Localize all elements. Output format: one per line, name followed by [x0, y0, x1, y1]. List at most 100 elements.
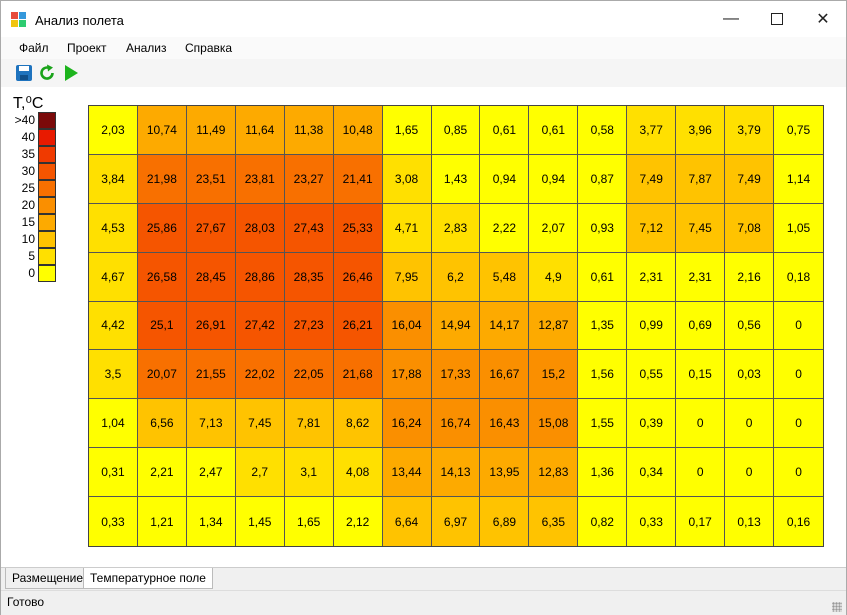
maximize-icon — [771, 13, 783, 25]
heatmap-cell: 1,36 — [578, 448, 628, 498]
heatmap-cell: 0,39 — [627, 399, 677, 449]
legend-entry: 10 — [1, 231, 57, 248]
heatmap-cell: 21,68 — [333, 350, 383, 400]
heatmap-cell: 7,87 — [676, 154, 726, 204]
heatmap-cell: 0,61 — [578, 252, 628, 302]
heatmap-cell: 2,31 — [627, 252, 677, 302]
heatmap-cell: 26,58 — [137, 252, 187, 302]
heatmap-cell: 1,35 — [578, 301, 628, 351]
heatmap-cell: 26,91 — [186, 301, 236, 351]
heatmap-cell: 0,17 — [676, 497, 726, 546]
heatmap-cell: 1,45 — [235, 497, 285, 546]
heatmap-cell: 27,43 — [284, 203, 334, 253]
legend-swatch — [38, 112, 56, 129]
heatmap-cell: 0,13 — [725, 497, 775, 546]
save-icon — [16, 65, 32, 81]
menu-help[interactable]: Справка — [185, 41, 232, 55]
heatmap-cell: 1,56 — [578, 350, 628, 400]
heatmap-cell: 4,71 — [382, 203, 432, 253]
heatmap-cell: 6,2 — [431, 252, 481, 302]
heatmap-cell: 0,03 — [725, 350, 775, 400]
maximize-button[interactable] — [754, 1, 800, 37]
legend-swatch — [38, 265, 56, 282]
heatmap-cell: 4,42 — [89, 301, 138, 351]
heatmap-cell: 11,38 — [284, 106, 334, 155]
tab-temperature-field[interactable]: Температурное поле — [83, 568, 213, 589]
heatmap-cell: 13,95 — [480, 448, 530, 498]
close-button[interactable]: ✕ — [800, 1, 846, 37]
legend-entry: 35 — [1, 146, 57, 163]
heatmap-cell: 0,61 — [529, 106, 579, 155]
heatmap-cell: 0 — [774, 399, 823, 449]
legend-swatch — [38, 248, 56, 265]
legend-swatch — [38, 129, 56, 146]
tab-placement[interactable]: Размещение — [5, 568, 90, 589]
heatmap-cell: 17,88 — [382, 350, 432, 400]
heatmap-cell: 0 — [774, 350, 823, 400]
heatmap-cell: 0,16 — [774, 497, 823, 546]
heatmap-cell: 4,08 — [333, 448, 383, 498]
tab-strip: Размещение Температурное поле — [1, 567, 846, 590]
save-button[interactable] — [15, 64, 33, 82]
heatmap-cell: 27,23 — [284, 301, 334, 351]
menu-project[interactable]: Проект — [67, 41, 107, 55]
heatmap-cell: 0,94 — [529, 154, 579, 204]
refresh-button[interactable] — [38, 64, 56, 82]
heatmap-cell: 0,87 — [578, 154, 628, 204]
legend-entry: 15 — [1, 214, 57, 231]
title-bar: Анализ полета — ✕ — [1, 1, 846, 37]
minimize-button[interactable]: — — [708, 1, 754, 37]
heatmap-cell: 2,31 — [676, 252, 726, 302]
heatmap-cell: 3,08 — [382, 154, 432, 204]
heatmap-cell: 0,61 — [480, 106, 530, 155]
heatmap-cell: 2,7 — [235, 448, 285, 498]
heatmap-cell: 0 — [676, 399, 726, 449]
heatmap-cell: 3,84 — [89, 154, 138, 204]
heatmap-cell: 7,08 — [725, 203, 775, 253]
heatmap-cell: 1,65 — [382, 106, 432, 155]
run-button[interactable] — [62, 64, 80, 82]
heatmap-cell: 0,82 — [578, 497, 628, 546]
heatmap-cell: 6,97 — [431, 497, 481, 546]
legend-entry: 30 — [1, 163, 57, 180]
heatmap-cell: 7,13 — [186, 399, 236, 449]
menu-analysis[interactable]: Анализ — [126, 41, 167, 55]
heatmap-cell: 15,08 — [529, 399, 579, 449]
heatmap-cell: 21,41 — [333, 154, 383, 204]
heatmap-cell: 28,45 — [186, 252, 236, 302]
menu-file[interactable]: Файл — [19, 41, 49, 55]
heatmap-cell: 14,17 — [480, 301, 530, 351]
heatmap-cell: 28,35 — [284, 252, 334, 302]
heatmap-cell: 10,48 — [333, 106, 383, 155]
heatmap-cell: 0,69 — [676, 301, 726, 351]
heatmap-cell: 4,53 — [89, 203, 138, 253]
heatmap-cell: 0,18 — [774, 252, 823, 302]
legend-swatch — [38, 180, 56, 197]
heatmap-cell: 0,99 — [627, 301, 677, 351]
close-icon: ✕ — [816, 11, 830, 28]
resize-grip-icon[interactable] — [832, 602, 842, 612]
heatmap-cell: 16,24 — [382, 399, 432, 449]
heatmap-cell: 7,12 — [627, 203, 677, 253]
heatmap-cell: 11,64 — [235, 106, 285, 155]
heatmap-cell: 0 — [725, 399, 775, 449]
heatmap-cell: 0,33 — [89, 497, 138, 546]
legend-unit-label: T,⁰C — [13, 95, 44, 112]
heatmap-cell: 16,67 — [480, 350, 530, 400]
app-window: Анализ полета — ✕ Файл Проект Анализ Спр… — [0, 0, 847, 615]
heatmap-cell: 27,67 — [186, 203, 236, 253]
heatmap-cell: 4,67 — [89, 252, 138, 302]
heatmap-cell: 2,21 — [137, 448, 187, 498]
window-title: Анализ полета — [35, 13, 124, 28]
heatmap-cell: 0,94 — [480, 154, 530, 204]
heatmap-cell: 25,86 — [137, 203, 187, 253]
heatmap-cell: 0,75 — [774, 106, 823, 155]
heatmap-cell: 13,44 — [382, 448, 432, 498]
heatmap-cell: 1,55 — [578, 399, 628, 449]
heatmap-cell: 4,9 — [529, 252, 579, 302]
heatmap-cell: 7,45 — [235, 399, 285, 449]
legend-label: 15 — [21, 215, 35, 229]
legend-label: 25 — [21, 181, 35, 195]
heatmap-cell: 26,46 — [333, 252, 383, 302]
heatmap-cell: 23,27 — [284, 154, 334, 204]
